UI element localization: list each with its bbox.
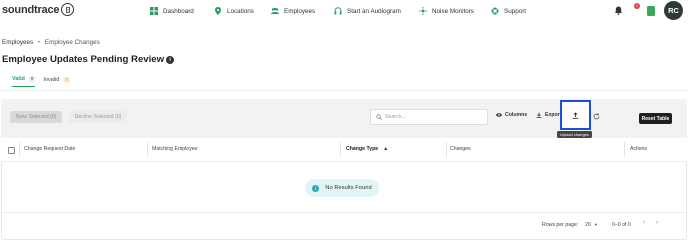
tab-bar: Valid 0 Invalid 0 [12,76,78,87]
page-title-row: Employee Updates Pending Review i [2,54,175,65]
empty-state-message: i No Results Found [305,179,379,197]
column-change-request-date[interactable]: Change Request Date [24,146,75,152]
column-change-type[interactable]: Change Type ▲ [346,146,388,152]
column-separator [624,142,625,157]
nav-locations[interactable]: Locations [214,6,254,16]
upload-tooltip: Upload changes [557,131,592,138]
tab-valid-label: Valid [12,76,25,82]
sync-selected-button[interactable]: Sync Selected (0) [10,111,62,123]
tab-valid-count: 0 [28,76,36,82]
search-input[interactable]: Search… [370,109,488,125]
column-change-request-date-label: Change Request Date [24,146,76,152]
noise-monitor-icon [419,7,427,15]
footer-divider [1,212,687,213]
logo-text: soundtrace [2,3,60,16]
breadcrumb: Employees • Employee Changes [2,39,100,46]
tab-divider [0,90,688,91]
refresh-icon[interactable] [593,113,600,120]
sort-ascending-icon[interactable]: ▲ [383,146,388,152]
column-change-type-label: Change Type [346,146,379,152]
headphones-icon [334,7,342,15]
info-icon[interactable]: i [166,55,175,64]
nav-support[interactable]: Support [491,6,526,16]
prev-page-icon[interactable]: ‹ [643,220,645,226]
nav-noise-monitors-label: Noise Monitors [432,7,474,15]
notification-badge: 1 [634,3,640,9]
people-icon [271,7,279,15]
column-matching-employee[interactable]: Matching Employee [152,146,198,152]
column-separator [340,142,341,157]
page-title: Employee Updates Pending Review [2,54,165,65]
column-changes[interactable]: Changes [450,146,471,152]
export-label: Export [545,112,562,118]
rows-per-page-select[interactable]: 20 ▾ [585,222,597,228]
table-header [1,138,687,162]
tab-invalid-count: 0 [63,76,70,83]
lifebuoy-icon [491,7,499,15]
search-placeholder: Search… [385,114,407,120]
chevron-down-icon: ▾ [594,222,598,227]
column-separator [19,142,20,157]
rows-per-page-label: Rows per page: [542,222,579,228]
breadcrumb-employees[interactable]: Employees [2,39,33,46]
column-separator [147,142,148,157]
next-page-icon[interactable]: › [656,220,658,226]
upload-icon [572,111,579,119]
search-icon [376,114,382,120]
tab-invalid-label: Invalid [43,76,60,83]
dashboard-icon [150,7,158,15]
nav-audiogram-label: Start an Audiogram [347,7,401,15]
rows-per-page-value: 20 [585,222,591,228]
reset-table-button[interactable]: Reset Table [639,113,672,124]
columns-label: Columns [505,112,528,118]
pagination-range: 0–0 of 0 [612,222,631,228]
column-changes-label: Changes [450,146,471,152]
nav-noise-monitors[interactable]: Noise Monitors [419,6,474,16]
export-button[interactable]: Export [536,112,561,118]
select-all-checkbox[interactable] [8,147,15,154]
nav-employees-label: Employees [284,7,316,15]
nav-locations-label: Locations [227,7,254,15]
breadcrumb-separator: • [37,39,41,46]
nav-support-label: Support [504,7,527,15]
nav-audiogram[interactable]: Start an Audiogram [334,6,401,16]
column-actions-label: Actions [630,146,648,152]
notification-bell-icon[interactable] [614,6,623,15]
breadcrumb-current: Employee Changes [44,39,100,46]
column-separator [446,142,447,157]
columns-button[interactable]: Columns [496,112,527,118]
decline-selected-button[interactable]: Decline Selected (0) [69,111,127,123]
eye-icon [496,113,502,117]
mobile-app-icon[interactable] [647,6,655,16]
logo-mark-icon [61,3,75,16]
top-nav: soundtrace Dashboard Locations Employees… [0,0,688,22]
avatar[interactable]: RC [664,1,683,20]
column-actions: Actions [630,146,647,152]
nav-dashboard-label: Dashboard [163,7,194,15]
column-matching-employee-label: Matching Employee [152,146,198,152]
tab-invalid[interactable]: Invalid 0 [43,76,70,87]
download-icon [536,112,542,118]
empty-state-text: No Results Found [325,185,372,191]
location-pin-icon [214,7,222,15]
nav-employees[interactable]: Employees [271,6,315,16]
nav-dashboard[interactable]: Dashboard [150,6,194,16]
upload-changes-button[interactable] [560,100,591,130]
tab-valid[interactable]: Valid 0 [12,76,36,87]
logo[interactable]: soundtrace [2,3,75,16]
info-circle-icon: i [312,184,320,192]
